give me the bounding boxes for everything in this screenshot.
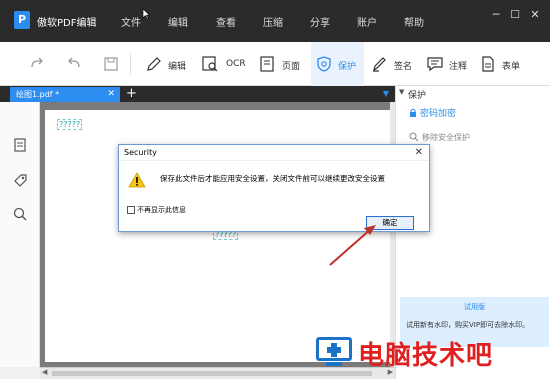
menu-compress[interactable]: 压缩: [263, 14, 283, 29]
menu-share[interactable]: 分享: [310, 14, 330, 29]
security-dialog: Security ✕ 保存此文件后才能应用安全设置，关闭文件前可以继续更改安全设…: [118, 144, 430, 232]
scroll-left-icon[interactable]: ◀: [42, 368, 47, 376]
title-bar: P 傲软PDF编辑 文件 编辑 查看 压缩 分享 账户 帮助 ─ ☐ ✕: [0, 0, 550, 42]
lock-icon: [410, 108, 416, 117]
protect-panel-title: 保护: [408, 91, 427, 101]
app-title: 傲软PDF编辑: [37, 18, 97, 29]
toolbar-items: 编辑 OCR 页面 保护 签名 注释 表单: [0, 42, 550, 86]
signature-pen-icon[interactable]: [370, 55, 388, 73]
pen-edit-icon[interactable]: [145, 55, 163, 73]
toolbar-sign-button[interactable]: 签名: [394, 59, 412, 72]
comment-icon[interactable]: [426, 55, 444, 73]
menu-help[interactable]: 帮助: [404, 14, 424, 29]
password-encrypt-option[interactable]: 密码加密: [420, 106, 456, 119]
remove-security-option[interactable]: 移除安全保护: [422, 132, 470, 143]
watermark-text: 电脑技术吧: [358, 341, 494, 371]
tab-dropdown-icon[interactable]: ▼: [383, 86, 389, 101]
minimize-icon[interactable]: ─: [489, 8, 503, 22]
dont-show-again-label[interactable]: 不再显示此信息: [137, 205, 186, 215]
form-icon[interactable]: [479, 55, 497, 73]
maximize-icon[interactable]: ☐: [508, 8, 522, 22]
site-watermark: 电脑技术吧: [308, 327, 550, 379]
document-tab-bar: 绘图1.pdf * ✕ + ▼: [0, 86, 395, 102]
mouse-cursor-icon: [142, 8, 150, 20]
menu-view[interactable]: 查看: [216, 14, 236, 29]
dialog-title-text: Security: [124, 148, 157, 157]
warning-icon: [128, 172, 146, 188]
menu-file[interactable]: 文件: [121, 14, 141, 29]
toolbar-edit-button[interactable]: 编辑: [168, 59, 186, 72]
page-text-box[interactable]: ?????: [57, 119, 83, 130]
left-sidebar: [0, 102, 40, 367]
toolbar-ocr-button[interactable]: OCR: [226, 59, 246, 69]
dialog-message: 保存此文件后才能应用安全设置，关闭文件前可以继续更改安全设置: [160, 174, 385, 183]
page-icon[interactable]: [258, 55, 276, 73]
collapse-caret-icon[interactable]: ▼: [399, 88, 404, 96]
add-tab-button[interactable]: +: [126, 86, 137, 101]
bookmark-tag-icon[interactable]: [12, 172, 28, 188]
toolbar-comment-button[interactable]: 注释: [449, 59, 467, 72]
menu-account[interactable]: 账户: [357, 14, 377, 29]
document-tab[interactable]: 绘图1.pdf * ✕: [10, 87, 120, 102]
search-icon[interactable]: [12, 206, 28, 222]
remove-security-icon: [409, 132, 419, 142]
close-window-icon[interactable]: ✕: [528, 8, 542, 22]
trial-title: 试用版: [464, 303, 485, 311]
toolbar-page-button[interactable]: 页面: [282, 59, 300, 72]
dont-show-again-checkbox[interactable]: [127, 206, 135, 214]
shield-icon[interactable]: [315, 55, 333, 73]
toolbar-protect-button[interactable]: 保护: [338, 59, 356, 72]
watermark-logo-icon: [316, 337, 352, 366]
tab-close-icon[interactable]: ✕: [107, 87, 115, 102]
document-tab-label: 绘图1.pdf *: [16, 90, 60, 99]
ocr-scan-icon[interactable]: [201, 55, 219, 73]
menu-edit[interactable]: 编辑: [168, 14, 188, 29]
dialog-close-icon[interactable]: ✕: [415, 145, 423, 161]
dialog-title: Security ✕: [119, 145, 429, 161]
thumbnails-icon[interactable]: [12, 137, 28, 153]
app-logo-icon: P: [14, 11, 30, 29]
toolbar-form-button[interactable]: 表单: [502, 59, 520, 72]
ok-button[interactable]: 确定: [366, 216, 414, 230]
